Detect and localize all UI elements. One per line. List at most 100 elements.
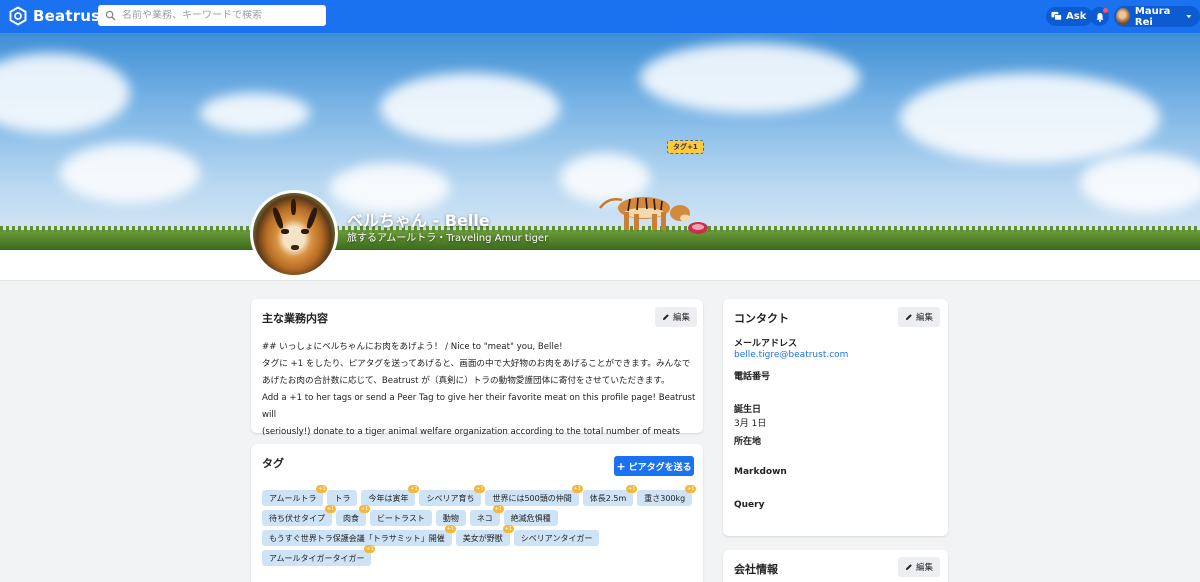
tag-chip[interactable]: トラ <box>327 490 358 506</box>
plus-one-badge[interactable]: +1 <box>474 485 486 493</box>
tag-chip[interactable]: シベリア育ち +1 <box>419 485 486 506</box>
search-bar[interactable] <box>98 5 326 26</box>
tag-label: ビートラスト <box>377 513 425 523</box>
tag-chip[interactable]: ネコ +1 <box>469 505 504 526</box>
query-label: Query <box>734 500 765 510</box>
tag-label: 絶滅危惧種 <box>510 513 551 523</box>
pencil-icon <box>663 314 669 320</box>
email-link[interactable]: belle.tigre@beatrust.com <box>734 350 848 360</box>
tag-label: 動物 <box>442 513 459 523</box>
tag-label: ネコ <box>476 513 493 523</box>
peer-tag-label: ピアタグを送る <box>628 462 692 473</box>
tag-chip[interactable]: 体長2.5m +1 <box>582 485 638 506</box>
plus-one-badge[interactable]: +1 <box>571 485 583 493</box>
birthday-label: 誕生日 <box>734 405 762 415</box>
tag-label: 待ち伏せタイプ <box>269 513 325 523</box>
tags-title: タグ <box>262 457 284 470</box>
profile-subtitle: 旅するアムールトラ・Traveling Amur tiger <box>347 233 549 244</box>
tag-label: 重さ300kg <box>644 493 686 503</box>
user-avatar <box>1116 8 1130 25</box>
send-peer-tag-button[interactable]: + ピアタグを送る <box>614 456 694 476</box>
chevron-down-icon <box>1186 15 1192 19</box>
beatrust-logo-icon <box>9 6 27 26</box>
edit-label: 編集 <box>916 563 934 573</box>
plus-one-badge[interactable]: +1 <box>364 545 376 553</box>
tag-chip[interactable]: アムールトラ +1 <box>262 485 328 506</box>
user-menu-button[interactable]: Maura Rei <box>1114 5 1200 28</box>
brand-logo[interactable]: Beatrust <box>8 6 108 26</box>
business-edit-button[interactable]: 編集 <box>655 307 698 327</box>
company-title: 会社情報 <box>734 563 778 576</box>
business-card: 主な業務内容 編集 ## いっしょにベルちゃんにお肉をあげよう！ / Nice … <box>251 299 703 454</box>
tag-chip[interactable]: アムールタイガータイガー +1 <box>262 545 376 566</box>
tag-list: アムールトラ +1 トラ 今年は寅年 +1 シベリア育ち +1 世界には500頭の仲間 +1 体長… <box>262 485 702 566</box>
tag-label: トラ <box>334 493 351 503</box>
business-line: ## いっしょにベルちゃんにお肉をあげよう！ / Nice to "meat" … <box>262 342 563 352</box>
plus-one-badge[interactable]: +1 <box>502 525 514 533</box>
bell-icon <box>1095 12 1104 22</box>
edit-label: 編集 <box>916 313 934 323</box>
ask-button[interactable]: Ask <box>1046 7 1094 26</box>
company-card: 会社情報 編集 <box>723 550 948 582</box>
search-icon <box>105 10 116 21</box>
contact-edit-button[interactable]: 編集 <box>898 307 941 327</box>
tag-label: アムールトラ <box>269 493 317 503</box>
tag-chip[interactable]: ビートラスト <box>370 510 432 526</box>
business-line: タグに +1 をしたり、ピアタグを送ってあげると、画面の中で大好物のお肉をあげる… <box>262 359 691 369</box>
tag-label: 美女が野獣 <box>462 533 503 543</box>
user-name: Maura Rei <box>1134 5 1171 28</box>
tag-label: 肉食 <box>343 513 359 523</box>
business-line: Add a +1 to her tags or send a Peer Tag … <box>262 393 696 420</box>
tiger-illustration <box>599 197 708 234</box>
tag-chip[interactable]: 美女が野獣 +1 <box>455 525 514 546</box>
plus-one-badge[interactable]: +1 <box>626 485 638 493</box>
email-label: メールアドレス <box>734 339 798 349</box>
pencil-icon <box>906 314 912 320</box>
profile-avatar[interactable] <box>250 190 338 278</box>
tag-chip[interactable]: 絶滅危惧種 <box>503 510 558 526</box>
tag-label: シベリアンタイガー <box>520 533 593 543</box>
tag-chip[interactable]: 動物 <box>435 510 466 526</box>
plus-one-badge[interactable]: +1 <box>359 505 370 513</box>
pencil-icon <box>906 564 912 570</box>
tag-label: 今年は寅年 <box>368 493 409 503</box>
plus-one-badge[interactable]: +1 <box>316 485 328 493</box>
plus-one-badge[interactable]: +1 <box>492 505 504 513</box>
tag-label: 世界には500頭の仲間 <box>492 493 572 503</box>
plus-one-badge[interactable]: +1 <box>408 485 420 493</box>
contact-title: コンタクト <box>734 312 789 325</box>
business-line: あげたお肉の合計数に応じて、Beatrust が（真剣に）トラの動物愛護団体に寄… <box>262 376 670 386</box>
phone-label: 電話番号 <box>734 372 771 382</box>
company-edit-button[interactable]: 編集 <box>898 557 941 577</box>
notification-badge <box>1103 8 1108 13</box>
plus-icon: + <box>616 459 626 473</box>
profile-name: ベルちゃん - Belle <box>347 211 490 230</box>
tag-chip[interactable]: 肉食 +1 <box>336 505 370 526</box>
tag-label: シベリア育ち <box>426 493 475 503</box>
tag-chip[interactable]: シベリアンタイガー <box>513 530 600 546</box>
markdown-label: Markdown <box>734 467 787 477</box>
plus-one-badge[interactable]: +1 <box>325 505 336 513</box>
tags-card: タグ + ピアタグを送る アムールトラ +1 トラ 今年は寅年 +1 シベリア育ち +1 世界… <box>251 444 703 582</box>
ask-label: Ask <box>1066 11 1087 22</box>
plus-one-badge[interactable]: +1 <box>444 525 456 533</box>
plus-one-badge[interactable]: +1 <box>685 485 697 493</box>
tag-label: もうすぐ世界トラ保護会議「トラサミット」開催 <box>269 533 445 543</box>
edit-label: 編集 <box>673 313 691 323</box>
birthday-value: 3月 1日 <box>734 419 767 429</box>
tag-label: 体長2.5m <box>589 493 627 503</box>
tag-chip[interactable]: もうすぐ世界トラ保護会議「トラサミット」開催 +1 <box>262 525 456 546</box>
location-label: 所在地 <box>734 437 762 447</box>
tag-label: アムールタイガータイガー <box>269 553 365 563</box>
notification-button[interactable] <box>1090 7 1109 26</box>
tag-chip[interactable]: 今年は寅年 +1 <box>361 485 420 506</box>
business-description: ## いっしょにベルちゃんにお肉をあげよう！ / Nice to "meat" … <box>262 339 702 458</box>
chat-icon <box>1051 11 1062 21</box>
top-bar: Beatrust Ask Maura Rei <box>0 0 1200 33</box>
tag-chip[interactable]: 重さ300kg +1 <box>637 485 697 506</box>
tag-chip[interactable]: 世界には500頭の仲間 +1 <box>485 485 583 506</box>
contact-card: コンタクト 編集 メールアドレス belle.tigre@beatrust.co… <box>723 299 948 536</box>
search-input[interactable] <box>122 10 312 21</box>
business-title: 主な業務内容 <box>262 312 328 325</box>
tag-chip[interactable]: 待ち伏せタイプ +1 <box>262 505 336 526</box>
